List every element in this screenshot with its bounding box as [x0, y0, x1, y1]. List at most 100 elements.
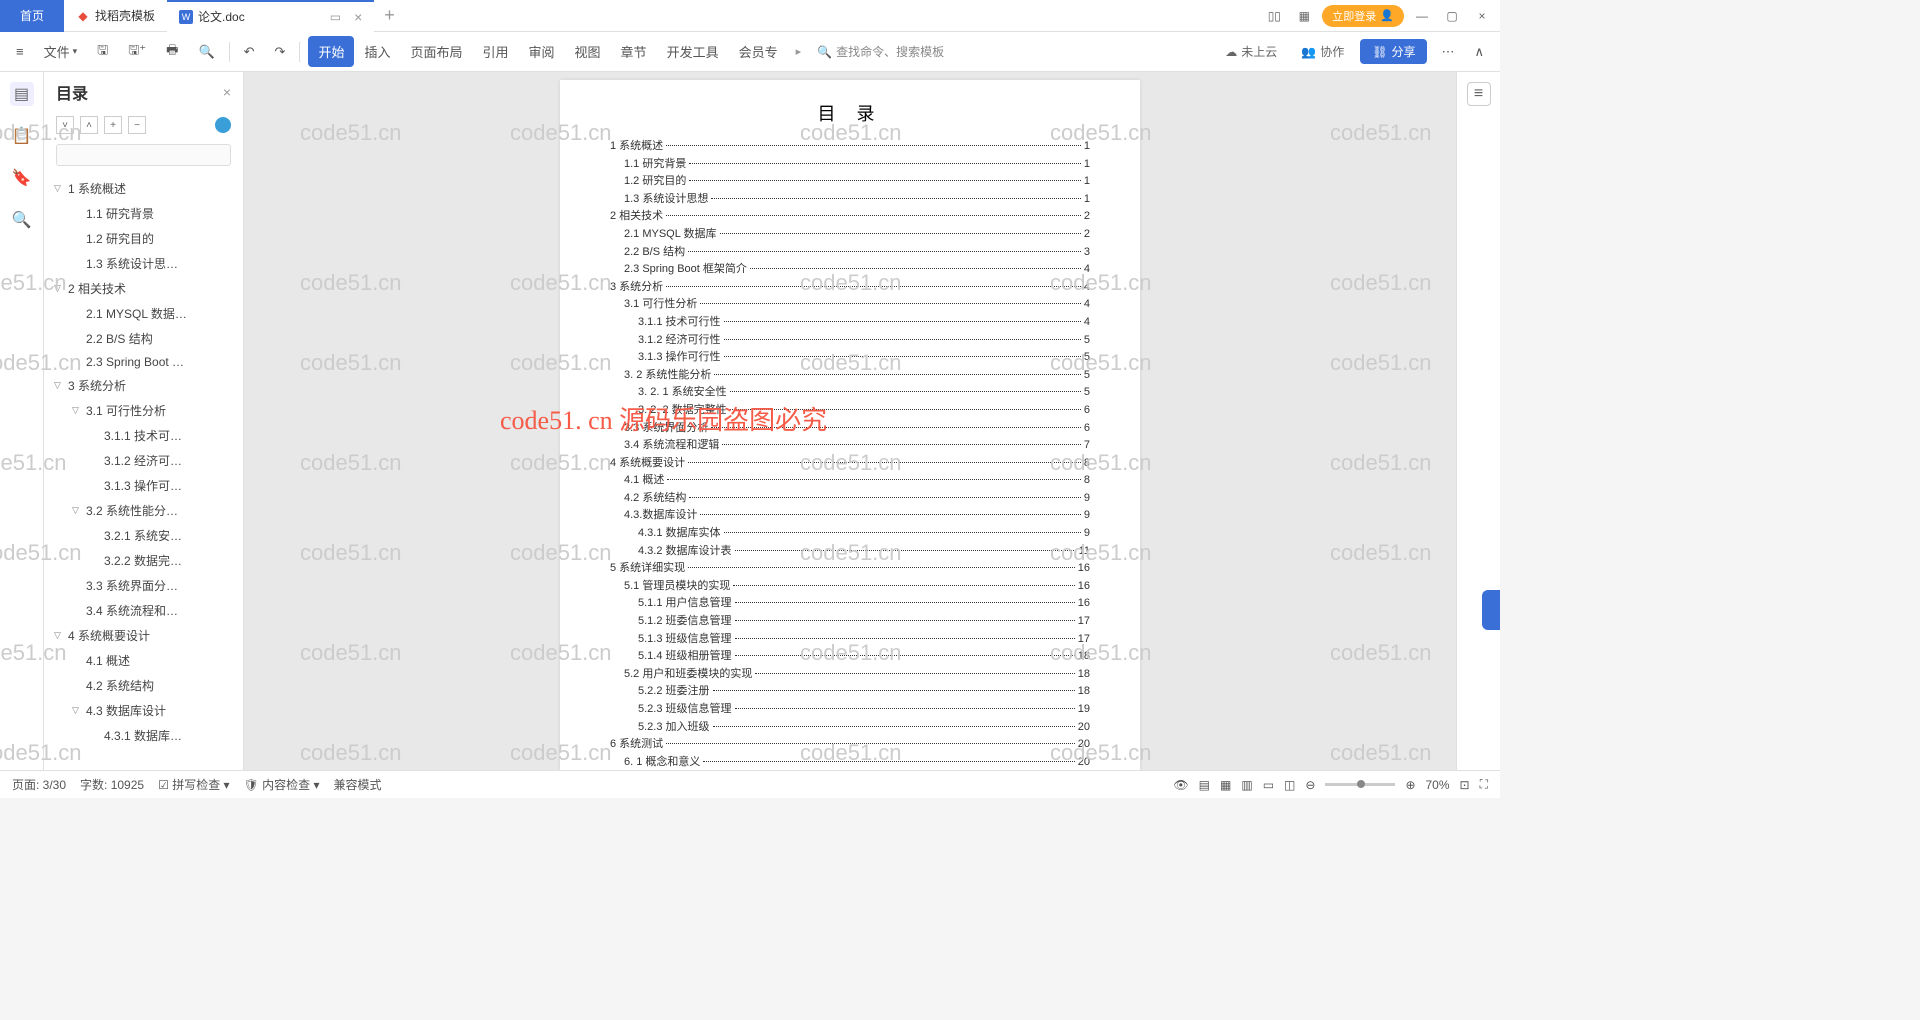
spellcheck-button[interactable]: ☑ 拼写检查 ▾: [158, 776, 229, 793]
outline-item[interactable]: 3.1.2 经济可…: [44, 448, 243, 473]
toc-entry[interactable]: 5.1.4 班级相册管理 18: [610, 648, 1090, 666]
toc-entry[interactable]: 3.1 可行性分析 4: [610, 296, 1090, 314]
outline-item[interactable]: 4.1 概述: [44, 648, 243, 673]
content-check-button[interactable]: 🛡 内容检查 ▾: [244, 776, 320, 793]
toc-entry[interactable]: 6 系统测试 20: [610, 736, 1090, 754]
minimize-button[interactable]: —: [1410, 4, 1434, 28]
toc-entry[interactable]: 1.1 研究背景 1: [610, 156, 1090, 174]
eye-icon[interactable]: 👁: [1173, 778, 1188, 792]
outline-item[interactable]: 2.2 B/S 结构: [44, 326, 243, 351]
menu-overflow-icon[interactable]: ▸: [796, 45, 802, 58]
menu-开发工具[interactable]: 开发工具: [657, 36, 729, 67]
outline-item[interactable]: 3.3 系统界面分…: [44, 573, 243, 598]
side-drawer-tab[interactable]: [1482, 590, 1500, 630]
outline-item[interactable]: 1.1 研究背景: [44, 201, 243, 226]
outline-item[interactable]: 4.2 系统结构: [44, 673, 243, 698]
outline-item[interactable]: 3.1.3 操作可…: [44, 473, 243, 498]
sync-icon[interactable]: [215, 117, 231, 133]
toc-entry[interactable]: 2 相关技术 2: [610, 208, 1090, 226]
outline-item[interactable]: ▽2 相关技术: [44, 276, 243, 301]
tab-monitor-icon[interactable]: ▭: [330, 10, 341, 24]
sidebar-close-icon[interactable]: ×: [223, 84, 231, 100]
menu-会员专[interactable]: 会员专: [729, 36, 788, 67]
outline-item[interactable]: ▽3.2 系统性能分…: [44, 498, 243, 523]
toc-entry[interactable]: 4.2 系统结构 9: [610, 490, 1090, 508]
page-counter[interactable]: 页面: 3/30: [12, 776, 66, 793]
toc-entry[interactable]: 3.4 系统流程和逻辑 7: [610, 437, 1090, 455]
toc-entry[interactable]: 5.2.3 加入班级 20: [610, 719, 1090, 737]
outline-item[interactable]: 1.3 系统设计思…: [44, 251, 243, 276]
outline-item[interactable]: ▽4.3 数据库设计: [44, 698, 243, 723]
toc-entry[interactable]: 3. 2 系统性能分析 5: [610, 367, 1090, 385]
file-menu[interactable]: 文件 ▾: [38, 38, 84, 65]
right-panel-icon[interactable]: ≡: [1467, 82, 1491, 106]
expand-all-icon[interactable]: ˄: [80, 116, 98, 134]
fit-icon[interactable]: ⊡: [1460, 778, 1470, 792]
outline-item[interactable]: ▽4 系统概要设计: [44, 623, 243, 648]
save-icon[interactable]: 🖫: [91, 37, 114, 67]
outline-item[interactable]: 3.2.1 系统安…: [44, 523, 243, 548]
zoom-level[interactable]: 70%: [1426, 778, 1450, 792]
view-web-icon[interactable]: ▦: [1220, 778, 1231, 792]
zoom-slider[interactable]: [1325, 783, 1395, 786]
menu-开始[interactable]: 开始: [308, 36, 354, 67]
collab-button[interactable]: 👥协作: [1293, 39, 1352, 64]
search-rail-icon[interactable]: 🔍: [10, 208, 34, 232]
document-area[interactable]: 目 录 1 系统概述 11.1 研究背景 11.2 研究目的 11.3 系统设计…: [244, 72, 1456, 770]
collapse-all-icon[interactable]: ˅: [56, 116, 74, 134]
tab-home[interactable]: 首页: [0, 0, 64, 32]
close-button[interactable]: ×: [1470, 4, 1494, 28]
toc-entry[interactable]: 5.2 用户和班委模块的实现 18: [610, 666, 1090, 684]
outline-item[interactable]: 3.2.2 数据完…: [44, 548, 243, 573]
outline-item[interactable]: 1.2 研究目的: [44, 226, 243, 251]
toc-entry[interactable]: 3.3 系统界面分析 6: [610, 420, 1090, 438]
toc-entry[interactable]: 3.1.1 技术可行性 4: [610, 314, 1090, 332]
outline-item[interactable]: 3.1.1 技术可…: [44, 423, 243, 448]
menu-审阅[interactable]: 审阅: [519, 36, 565, 67]
maximize-button[interactable]: ▢: [1440, 4, 1464, 28]
toc-entry[interactable]: 5.1.1 用户信息管理 16: [610, 595, 1090, 613]
outline-item[interactable]: ▽3 系统分析: [44, 373, 243, 398]
outline-item[interactable]: 2.3 Spring Boot …: [44, 351, 243, 373]
bookmark-rail-icon[interactable]: 🔖: [10, 166, 34, 190]
menu-引用[interactable]: 引用: [473, 36, 519, 67]
zoom-in-icon[interactable]: ⊕: [1405, 778, 1415, 792]
menu-视图[interactable]: 视图: [565, 36, 611, 67]
share-button[interactable]: ⛓分享: [1360, 39, 1427, 64]
toc-entry[interactable]: 5.1.3 班级信息管理 17: [610, 631, 1090, 649]
toc-entry[interactable]: 2.1 MYSQL 数据库 2: [610, 226, 1090, 244]
toc-entry[interactable]: 4 系统概要设计 8: [610, 455, 1090, 473]
apps-icon[interactable]: ▦: [1292, 4, 1316, 28]
preview-icon[interactable]: 🔍: [192, 40, 220, 64]
menu-button[interactable]: ≡: [10, 40, 30, 63]
toc-entry[interactable]: 3.1.2 经济可行性 5: [610, 332, 1090, 350]
tab-template[interactable]: ◆ 找稻壳模板: [64, 0, 167, 32]
add-item-icon[interactable]: +: [104, 116, 122, 134]
outline-item[interactable]: 3.4 系统流程和…: [44, 598, 243, 623]
outline-item[interactable]: 2.1 MYSQL 数据…: [44, 301, 243, 326]
toc-entry[interactable]: 1.3 系统设计思想 1: [610, 191, 1090, 209]
toc-entry[interactable]: 5.1 管理员模块的实现 16: [610, 578, 1090, 596]
expand-icon[interactable]: ∧: [1468, 40, 1490, 64]
toc-entry[interactable]: 2.2 B/S 结构 3: [610, 244, 1090, 262]
toc-entry[interactable]: 3. 2. 1 系统安全性 5: [610, 384, 1090, 402]
word-counter[interactable]: 字数: 10925: [80, 776, 144, 793]
menu-插入[interactable]: 插入: [354, 36, 400, 67]
menu-章节[interactable]: 章节: [611, 36, 657, 67]
toc-entry[interactable]: 5.2.3 班级信息管理 19: [610, 701, 1090, 719]
toc-entry[interactable]: 4.1 概述 8: [610, 472, 1090, 490]
save-as-icon[interactable]: 🖫⁺: [122, 37, 152, 67]
toc-entry[interactable]: 3. 2. 2 数据完整性 6: [610, 402, 1090, 420]
redo-icon[interactable]: ↷: [269, 40, 292, 64]
ruler-icon[interactable]: ◫: [1284, 778, 1295, 792]
layout-icon[interactable]: ▯▯: [1262, 4, 1286, 28]
toc-entry[interactable]: 5 系统详细实现 16: [610, 560, 1090, 578]
view-outline-icon[interactable]: ▥: [1241, 778, 1252, 792]
toc-entry[interactable]: 4.3.1 数据库实体 9: [610, 525, 1090, 543]
clipboard-rail-icon[interactable]: 📋: [10, 124, 34, 148]
toc-entry[interactable]: 5.1.2 班委信息管理 17: [610, 613, 1090, 631]
print-icon[interactable]: 🖶: [160, 37, 184, 67]
toc-entry[interactable]: 3 系统分析 4: [610, 279, 1090, 297]
toc-entry[interactable]: 6. 1 概念和意义 20: [610, 754, 1090, 770]
outline-search[interactable]: [56, 144, 231, 166]
